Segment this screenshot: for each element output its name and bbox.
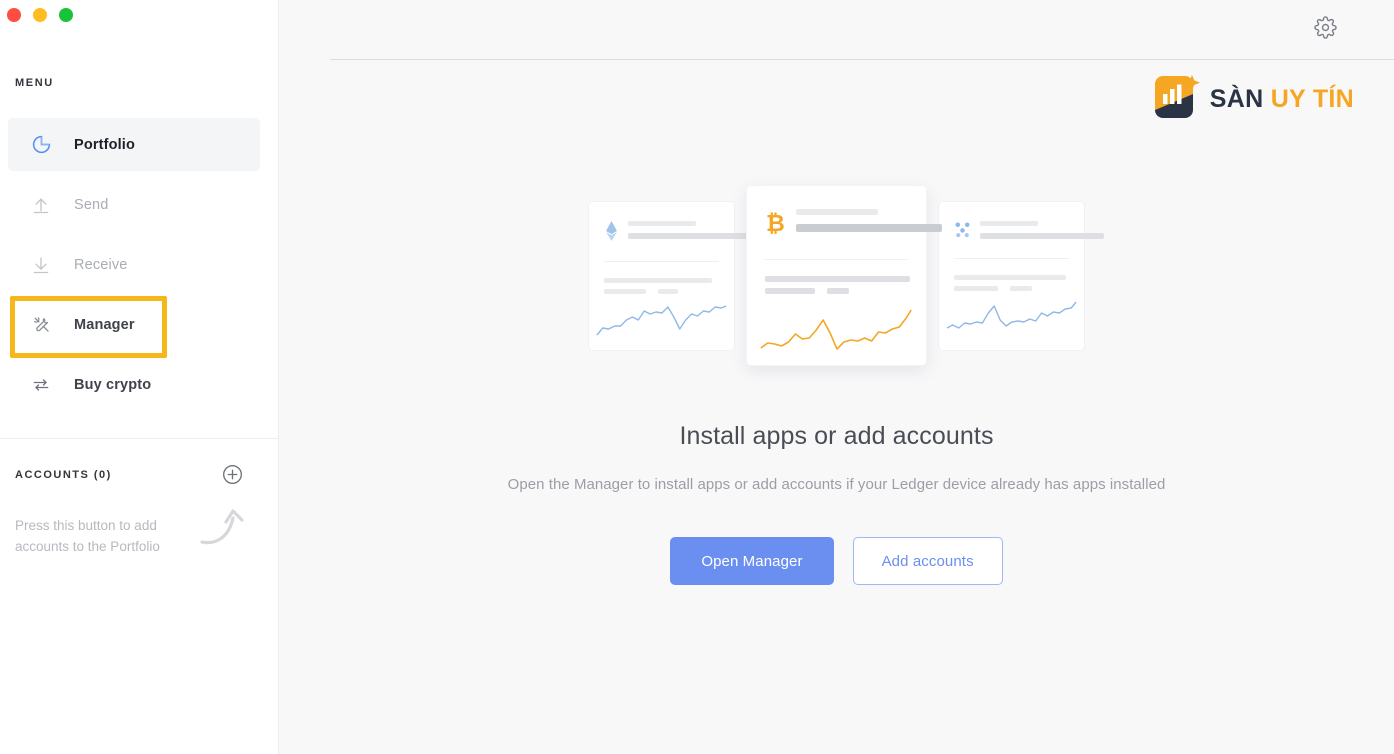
bar-chart-logo-icon [1147,70,1201,129]
ledger-live-window: MENU Portfolio Send Receive Manager Buy … [0,0,1394,754]
sidebar-divider [0,438,279,439]
brand-text-primary: SÀN [1209,85,1264,113]
swap-icon [30,374,52,396]
plus-circle-icon[interactable] [221,463,244,486]
sidebar-item-label: Send [74,196,109,213]
brand-text-accent: UY TÍN [1270,85,1354,113]
placeholder-cards: ₿ [279,185,1394,366]
close-button[interactable] [7,8,21,22]
open-manager-button[interactable]: Open Manager [670,537,834,585]
page-title: Install apps or add accounts [679,422,994,450]
card-skeleton-lines [980,220,1104,239]
tools-icon [30,314,52,336]
main-content: SÀN UY TÍN ₿ Install apps or add account… [279,0,1394,754]
sidebar-item-label: Receive [74,256,128,273]
bitcoin-icon: ₿ [765,209,785,242]
zoom-button[interactable] [59,8,73,22]
arrow-down-icon [30,254,52,276]
placeholder-card-ethereum [588,200,759,351]
add-accounts-button[interactable]: Add accounts [852,537,1003,585]
card-divider [954,257,1069,259]
curved-arrow-icon [198,495,258,562]
sidebar-item-label: Manager [74,316,135,333]
sidebar-item-manager[interactable]: Manager [8,298,260,351]
card-header: ₿ [765,209,942,242]
placeholder-card-bitcoin: ₿ [746,185,942,366]
accounts-empty-hint: Press this button to add accounts to the… [15,518,160,554]
sparkline-chart [946,301,1077,329]
card-skeleton-rows [765,276,910,294]
action-buttons: Open Manager Add accounts [279,537,1394,585]
sidebar-item-portfolio[interactable]: Portfolio [8,118,260,171]
sparkline-chart [760,309,912,350]
card-skeleton-rows [954,274,1069,291]
card-header [954,220,1104,243]
menu-section-label: MENU [15,77,54,89]
ripple-icon [954,221,971,243]
placeholder-card-ripple [938,200,1104,351]
card-skeleton-lines [796,209,942,232]
window-controls [7,8,73,22]
minimize-button[interactable] [33,8,47,22]
accounts-section-header: ACCOUNTS (0) [15,463,263,486]
sidebar-item-label: Portfolio [74,136,135,153]
sidebar-item-label: Buy crypto [74,376,152,393]
card-skeleton-lines [628,220,759,239]
ethereum-icon [604,220,619,246]
header-divider [330,59,1394,60]
sparkline-chart [596,304,727,335]
accounts-title: ACCOUNTS (0) [15,468,112,481]
sidebar-item-send[interactable]: Send [8,178,260,231]
brand-logo: SÀN UY TÍN [1147,70,1354,129]
card-header [604,220,759,246]
card-divider [604,260,719,262]
card-divider [765,259,908,260]
page-subtitle: Open the Manager to install apps or add … [507,476,1166,493]
arrow-up-icon [30,194,52,216]
card-skeleton-rows [604,277,719,294]
sidebar-item-receive[interactable]: Receive [8,238,260,291]
svg-text:₿: ₿ [766,210,785,236]
sidebar-nav: Portfolio Send Receive Manager Buy crypt… [8,118,260,418]
sidebar-item-buy-crypto[interactable]: Buy crypto [8,358,260,411]
pie-chart-icon [30,134,52,156]
gear-icon[interactable] [1314,16,1337,44]
sidebar: MENU Portfolio Send Receive Manager Buy … [0,0,279,754]
brand-text: SÀN UY TÍN [1210,85,1354,114]
